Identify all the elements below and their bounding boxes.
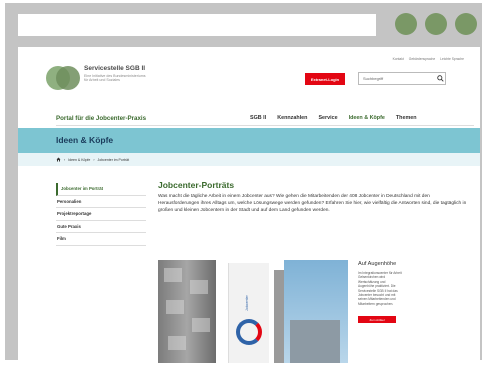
brand-logo-icon[interactable]: [46, 66, 80, 90]
sidenav-item-gute-praxis[interactable]: Gute Praxis: [56, 221, 146, 233]
web-page: Servicestelle SGB II Eine Initiative des…: [18, 47, 480, 363]
section-title: Ideen & Köpfe: [56, 135, 114, 145]
sidenav-item-film[interactable]: Film: [56, 233, 146, 246]
search-icon[interactable]: [434, 73, 446, 84]
brand-subtitle: Eine Initiative des Bundesministeriums f…: [84, 74, 146, 83]
breadcrumb: › Ideen & Köpfe › Jobcenter im Porträt: [56, 157, 129, 162]
browser-window: Servicestelle SGB II Eine Initiative des…: [5, 3, 482, 363]
portal-label[interactable]: Portal für die Jobcenter-Praxis: [56, 115, 146, 122]
content-title: Jobcenter-Porträts: [158, 180, 235, 190]
nav-item-sgb-ii[interactable]: SGB II: [250, 115, 266, 121]
nav-item-ideen-koepfe[interactable]: Ideen & Köpfe: [349, 115, 385, 121]
teaser-image[interactable]: Jobcenter: [158, 260, 348, 363]
jobcenter-logo-icon: [236, 319, 262, 345]
top-link-leichte-sprache[interactable]: Leichte Sprache: [440, 57, 464, 61]
window-control-dot[interactable]: [455, 13, 477, 35]
nav-item-kennzahlen[interactable]: Kennzahlen: [277, 115, 307, 121]
breadcrumb-item-current: Jobcenter im Porträt: [97, 157, 130, 162]
section-header-band: Ideen & Köpfe: [18, 128, 480, 153]
nav-divider: [56, 125, 474, 126]
sidenav-item-jobcenter-portraet[interactable]: Jobcenter im Porträt: [56, 183, 146, 196]
top-link-kontakt[interactable]: Kontakt: [393, 57, 404, 61]
brand-name[interactable]: Servicestelle SGB II: [84, 65, 145, 72]
jobcenter-banner: Jobcenter: [228, 263, 269, 363]
sidenav-item-personalien[interactable]: Personalien: [56, 196, 146, 208]
window-control-dot[interactable]: [395, 13, 417, 35]
chevron-right-icon: ›: [93, 157, 95, 162]
extranet-login-button[interactable]: Extranet-Login: [305, 73, 345, 85]
side-nav: Jobcenter im Porträt Personalien Projekt…: [56, 183, 146, 246]
breadcrumb-bar: › Ideen & Köpfe › Jobcenter im Porträt: [18, 153, 480, 166]
top-utility-links: Kontakt Gebärdensprache Leichte Sprache: [393, 57, 464, 61]
content-intro: Was macht die tägliche Arbeit in einem J…: [158, 194, 467, 213]
nav-item-themen[interactable]: Themen: [396, 115, 417, 121]
banner-text: Jobcenter: [245, 295, 249, 311]
teaser-title[interactable]: Auf Augenhöhe: [358, 261, 396, 267]
chevron-right-icon: ›: [64, 157, 66, 162]
teaser-read-more-button[interactable]: Zum Artikel: [358, 316, 396, 323]
top-link-gebaerdensprache[interactable]: Gebärdensprache: [409, 57, 435, 61]
nav-item-service[interactable]: Service: [318, 115, 337, 121]
main-nav: SGB II Kennzahlen Service Ideen & Köpfe …: [250, 115, 417, 121]
window-control-dot[interactable]: [425, 13, 447, 35]
teaser-text: Im Integrationscenter für Arbeit Gelsenk…: [358, 271, 402, 306]
breadcrumb-item[interactable]: Ideen & Köpfe: [68, 158, 90, 162]
home-icon[interactable]: [56, 157, 61, 162]
address-bar[interactable]: [18, 14, 376, 36]
search-input[interactable]: Suchbegriff: [358, 72, 446, 85]
sidenav-item-projektreportage[interactable]: Projektreportage: [56, 208, 146, 221]
